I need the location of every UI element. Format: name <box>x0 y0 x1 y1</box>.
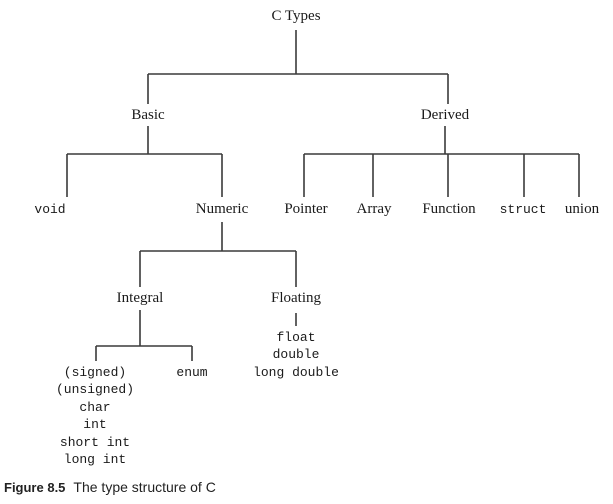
type-tree-diagram: C Types Basic Derived void Numeric Point… <box>4 8 600 496</box>
node-integral: Integral <box>117 290 164 306</box>
type-char: char <box>79 400 110 415</box>
caption-text: The type structure of C <box>73 479 215 495</box>
node-struct: struct <box>500 202 547 217</box>
type-int: int <box>83 417 106 432</box>
type-short-int: short int <box>60 435 130 450</box>
node-basic: Basic <box>131 107 165 123</box>
node-function: Function <box>422 201 476 217</box>
integral-type-list: (signed) (unsigned) char int short int l… <box>56 365 134 467</box>
type-enum: enum <box>176 365 207 380</box>
type-float: float <box>276 330 315 345</box>
node-c-types: C Types <box>271 8 320 24</box>
type-long-int: long int <box>64 452 126 467</box>
floating-type-list: float double long double <box>253 330 339 380</box>
type-double: double <box>273 347 320 362</box>
node-array: Array <box>357 201 392 217</box>
type-long-double: long double <box>253 365 339 380</box>
type-signed: (signed) <box>64 365 126 380</box>
node-pointer: Pointer <box>284 201 327 217</box>
caption-label: Figure 8.5 <box>4 480 65 495</box>
figure-caption: Figure 8.5 The type structure of C <box>4 479 216 496</box>
tree-connectors <box>66 30 580 361</box>
node-union: union <box>565 201 600 217</box>
node-derived: Derived <box>421 107 470 123</box>
caption-line: Figure 8.5 The type structure of C <box>4 479 216 496</box>
node-numeric: Numeric <box>196 201 249 217</box>
node-floating: Floating <box>271 290 322 306</box>
type-unsigned: (unsigned) <box>56 382 134 397</box>
node-void: void <box>34 202 65 217</box>
